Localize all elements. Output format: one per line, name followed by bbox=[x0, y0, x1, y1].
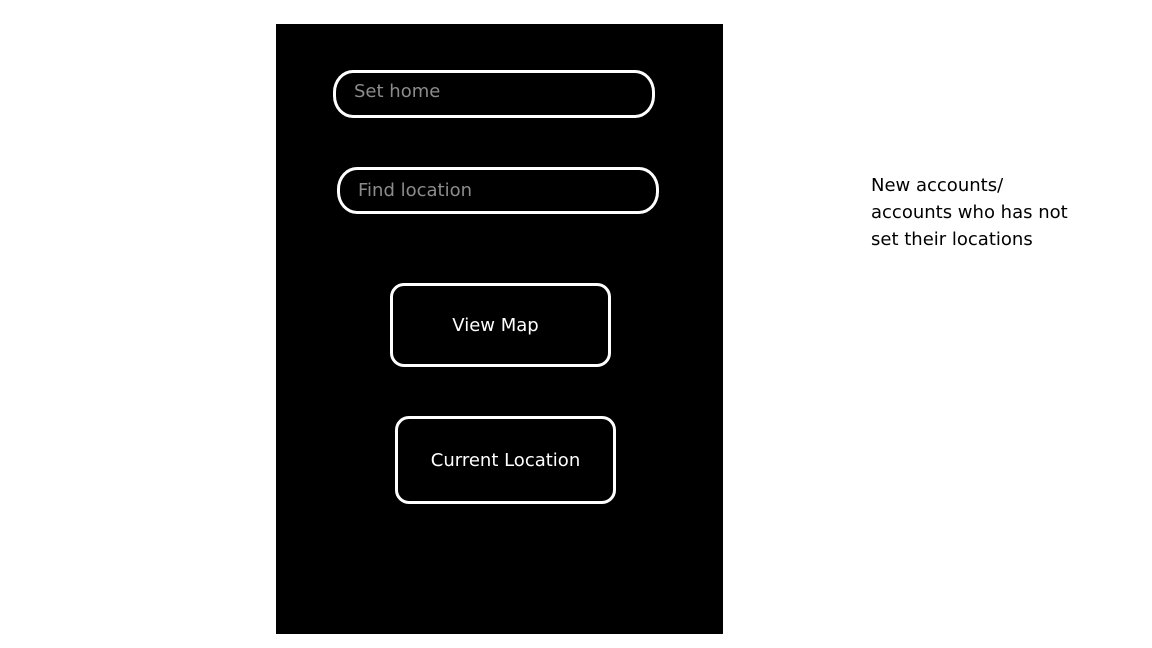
set-home-input[interactable]: Set home bbox=[333, 70, 655, 118]
phone-screen: Set home Find location View Map Current … bbox=[276, 24, 723, 634]
set-home-placeholder: Set home bbox=[354, 80, 441, 102]
view-map-label: View Map bbox=[452, 314, 539, 336]
find-location-placeholder: Find location bbox=[358, 180, 473, 201]
current-location-label: Current Location bbox=[430, 449, 581, 471]
current-location-button[interactable]: Current Location bbox=[395, 416, 616, 504]
view-map-button[interactable]: View Map bbox=[390, 283, 611, 367]
find-location-input[interactable]: Find location bbox=[337, 167, 659, 214]
annotation-note: New accounts/ accounts who has not set t… bbox=[871, 175, 1068, 250]
